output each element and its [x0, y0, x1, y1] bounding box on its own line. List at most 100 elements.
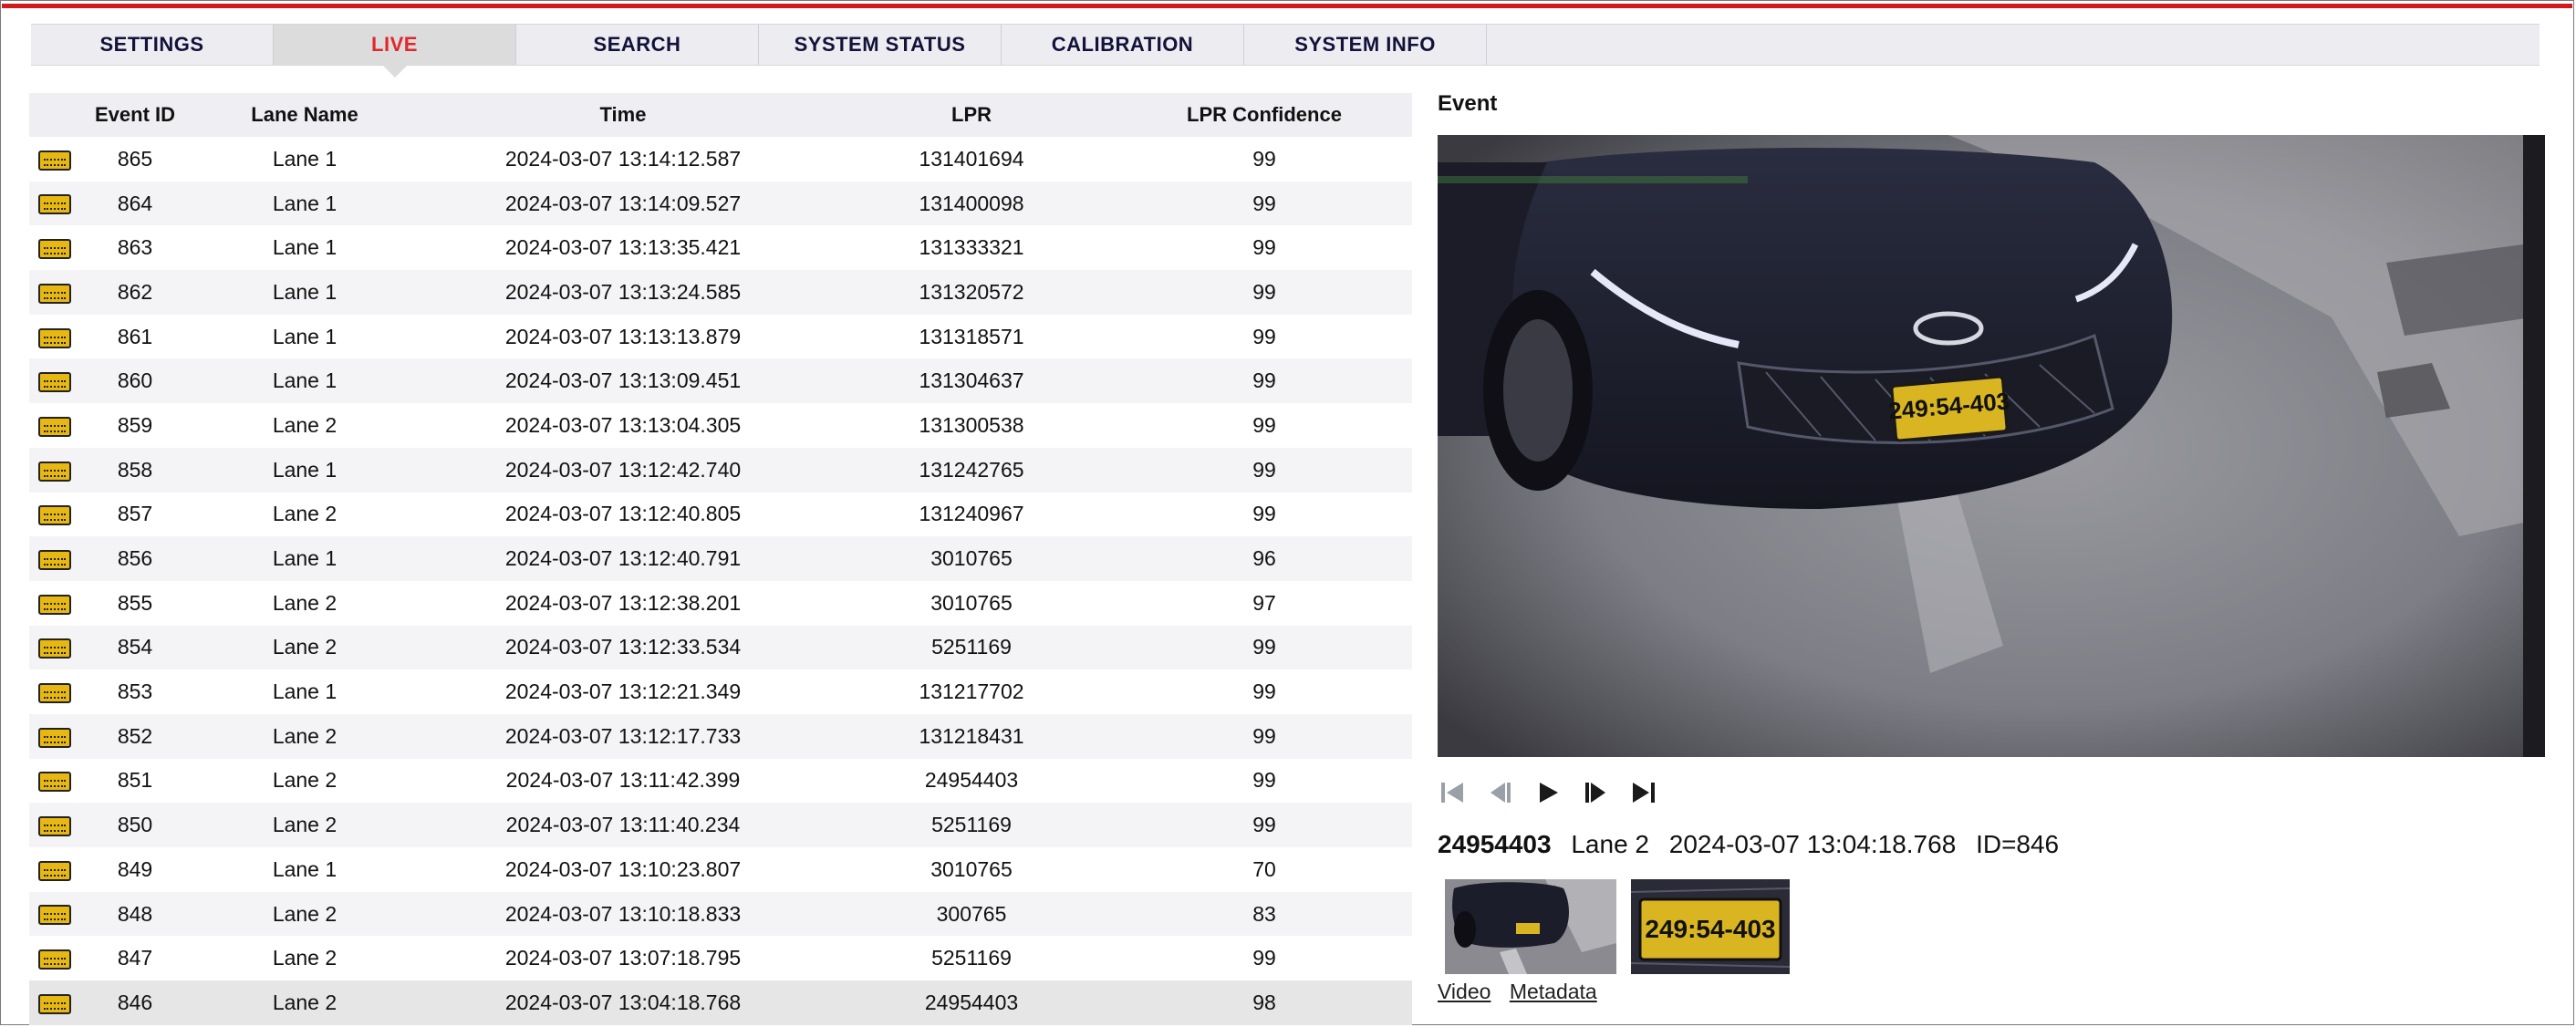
skip-last-icon[interactable]: [1626, 777, 1660, 808]
cell-lpr: 131333321: [919, 235, 1024, 260]
cell-event-id: 863: [117, 235, 153, 260]
row-icon-cell: [29, 447, 80, 493]
cell-event-id: 847: [117, 946, 153, 970]
cell-lpr-confidence: 99: [1252, 679, 1276, 704]
step-forward-icon[interactable]: [1578, 777, 1613, 808]
cell-lpr-confidence: 97: [1252, 590, 1276, 615]
play-icon[interactable]: [1531, 777, 1565, 808]
table-row[interactable]: 849 Lane 1 2024-03-07 13:10:23.807 3010765 7…: [29, 847, 1412, 892]
cell-event-id: 853: [117, 679, 153, 704]
table-row[interactable]: 851 Lane 2 2024-03-07 13:11:42.399 24954403…: [29, 759, 1412, 804]
row-icon-cell: [29, 581, 80, 626]
tab-system-info[interactable]: SYSTEM INFO: [1244, 25, 1487, 65]
table-row[interactable]: 864 Lane 1 2024-03-07 13:14:09.527 13140009…: [29, 181, 1412, 226]
cell-lane-name: Lane 2: [272, 502, 338, 526]
cell-lane-name: Lane 1: [272, 679, 338, 704]
cell-lpr-confidence: 96: [1117, 536, 1412, 581]
row-icon-cell: [29, 270, 80, 315]
cell-lane-name: Lane 1: [190, 270, 420, 315]
table-row[interactable]: 865 Lane 1 2024-03-07 13:14:12.587 13140169…: [29, 137, 1412, 182]
license-plate-icon: [38, 594, 71, 615]
cell-lane-name: Lane 1: [190, 447, 420, 493]
cell-time: 2024-03-07 13:12:38.201: [504, 590, 742, 615]
cell-time: 2024-03-07 13:14:09.527: [420, 181, 826, 226]
tab-calibration[interactable]: CALIBRATION: [1002, 25, 1244, 65]
video-link[interactable]: Video: [1438, 980, 1491, 1003]
license-plate-icon: [38, 416, 71, 437]
events-table: Event ID Lane Name Time LPR LPR Confiden…: [29, 93, 1412, 1025]
cell-lane-name: Lane 1: [272, 235, 338, 260]
row-icon-cell: [29, 181, 80, 226]
table-row[interactable]: 847 Lane 2 2024-03-07 13:07:18.795 5251169 9…: [29, 936, 1412, 980]
accent-line: [2, 4, 2572, 8]
thumbnail-car[interactable]: [1445, 879, 1616, 974]
cell-event-id: 865: [117, 146, 153, 171]
cell-event-id: 848: [80, 891, 190, 937]
cell-lpr-confidence: 70: [1252, 856, 1276, 881]
cell-lpr: 5251169: [931, 946, 1012, 970]
cell-lane-name: Lane 2: [190, 980, 420, 1025]
table-row[interactable]: 854 Lane 2 2024-03-07 13:12:33.534 5251169 9…: [29, 625, 1412, 670]
header-event-id[interactable]: Event ID: [80, 93, 190, 137]
metadata-link[interactable]: Metadata: [1510, 980, 1597, 1003]
cell-lane-name: Lane 1: [190, 536, 420, 581]
table-row[interactable]: 858 Lane 1 2024-03-07 13:12:42.740 13124276…: [29, 447, 1412, 493]
table-row[interactable]: 861 Lane 1 2024-03-07 13:13:13.879 13131857…: [29, 315, 1412, 359]
cell-lane-name: Lane 2: [190, 803, 420, 847]
row-icon-cell: [29, 669, 80, 714]
cell-time: 2024-03-07 13:13:09.451: [420, 358, 826, 404]
event-lane: Lane 2: [1571, 830, 1649, 858]
cell-time: 2024-03-07 13:14:12.587: [504, 146, 742, 171]
tab-system-status[interactable]: SYSTEM STATUS: [759, 25, 1002, 65]
event-camera-image: 249:54-403: [1438, 135, 2545, 757]
cell-lpr-confidence: 99: [1252, 324, 1276, 348]
table-row[interactable]: 857 Lane 2 2024-03-07 13:12:40.805 13124096…: [29, 493, 1412, 537]
cell-event-id: 851: [117, 768, 153, 793]
cell-lpr: 131401694: [919, 146, 1024, 171]
tab-settings[interactable]: SETTINGS: [31, 25, 274, 65]
thumbnail-plate[interactable]: 249:54-403: [1631, 879, 1790, 974]
table-row[interactable]: 863 Lane 1 2024-03-07 13:13:35.421 13133332…: [29, 225, 1412, 270]
tab-live[interactable]: LIVE: [274, 25, 516, 78]
cell-lpr-confidence: 99: [1252, 146, 1276, 171]
cell-event-id: 862: [80, 270, 190, 315]
cell-event-id: 855: [117, 590, 153, 615]
row-icon-cell: [29, 137, 80, 182]
step-back-icon[interactable]: [1483, 777, 1518, 808]
header-lpr-confidence[interactable]: LPR Confidence: [1117, 93, 1412, 137]
cell-lpr: 300765: [826, 891, 1117, 937]
cell-lane-name: Lane 2: [272, 590, 338, 615]
table-row[interactable]: 860 Lane 1 2024-03-07 13:13:09.451 13130463…: [29, 358, 1412, 404]
cell-event-id: 859: [117, 412, 153, 437]
skip-first-icon[interactable]: [1436, 777, 1470, 808]
cell-time: 2024-03-07 13:11:40.234: [420, 803, 826, 847]
cell-lpr: 131300538: [919, 412, 1024, 437]
cell-time: 2024-03-07 13:12:40.805: [504, 502, 742, 526]
table-row[interactable]: 862 Lane 1 2024-03-07 13:13:24.585 13132057…: [29, 270, 1412, 315]
table-row[interactable]: 855 Lane 2 2024-03-07 13:12:38.201 3010765 9…: [29, 581, 1412, 626]
table-row[interactable]: 856 Lane 1 2024-03-07 13:12:40.791 3010765 9…: [29, 536, 1412, 581]
event-id-label: ID=846: [1976, 830, 2060, 858]
cell-time: 2024-03-07 13:12:42.740: [420, 447, 826, 493]
cell-lpr-confidence: 99: [1117, 181, 1412, 226]
tab-search[interactable]: SEARCH: [516, 25, 759, 65]
table-row[interactable]: 853 Lane 1 2024-03-07 13:12:21.349 13121770…: [29, 669, 1412, 714]
row-icon-cell: [29, 625, 80, 670]
table-row[interactable]: 848 Lane 2 2024-03-07 13:10:18.833 300765 83: [29, 891, 1412, 937]
cell-time: 2024-03-07 13:10:23.807: [504, 856, 742, 881]
cell-lpr: 131318571: [919, 324, 1024, 348]
table-row[interactable]: 846 Lane 2 2024-03-07 13:04:18.768 24954403…: [29, 980, 1412, 1025]
cell-lpr-confidence: 99: [1252, 235, 1276, 260]
table-row[interactable]: 859 Lane 2 2024-03-07 13:13:04.305 13130053…: [29, 403, 1412, 448]
row-icon-cell: [29, 493, 80, 537]
header-lpr[interactable]: LPR: [826, 93, 1117, 137]
cell-lpr: 3010765: [930, 856, 1013, 881]
event-info-line: 24954403 Lane 2 2024-03-07 13:04:18.768 …: [1438, 830, 2072, 859]
header-lane-name[interactable]: Lane Name: [190, 93, 420, 137]
header-time[interactable]: Time: [420, 93, 826, 137]
cell-event-id: 850: [80, 803, 190, 847]
table-row[interactable]: 852 Lane 2 2024-03-07 13:12:17.733 13121843…: [29, 713, 1412, 759]
playback-controls: [1436, 777, 1660, 808]
cell-lpr: 131304637: [826, 358, 1117, 404]
table-row[interactable]: 850 Lane 2 2024-03-07 13:11:40.234 5251169 9…: [29, 803, 1412, 847]
